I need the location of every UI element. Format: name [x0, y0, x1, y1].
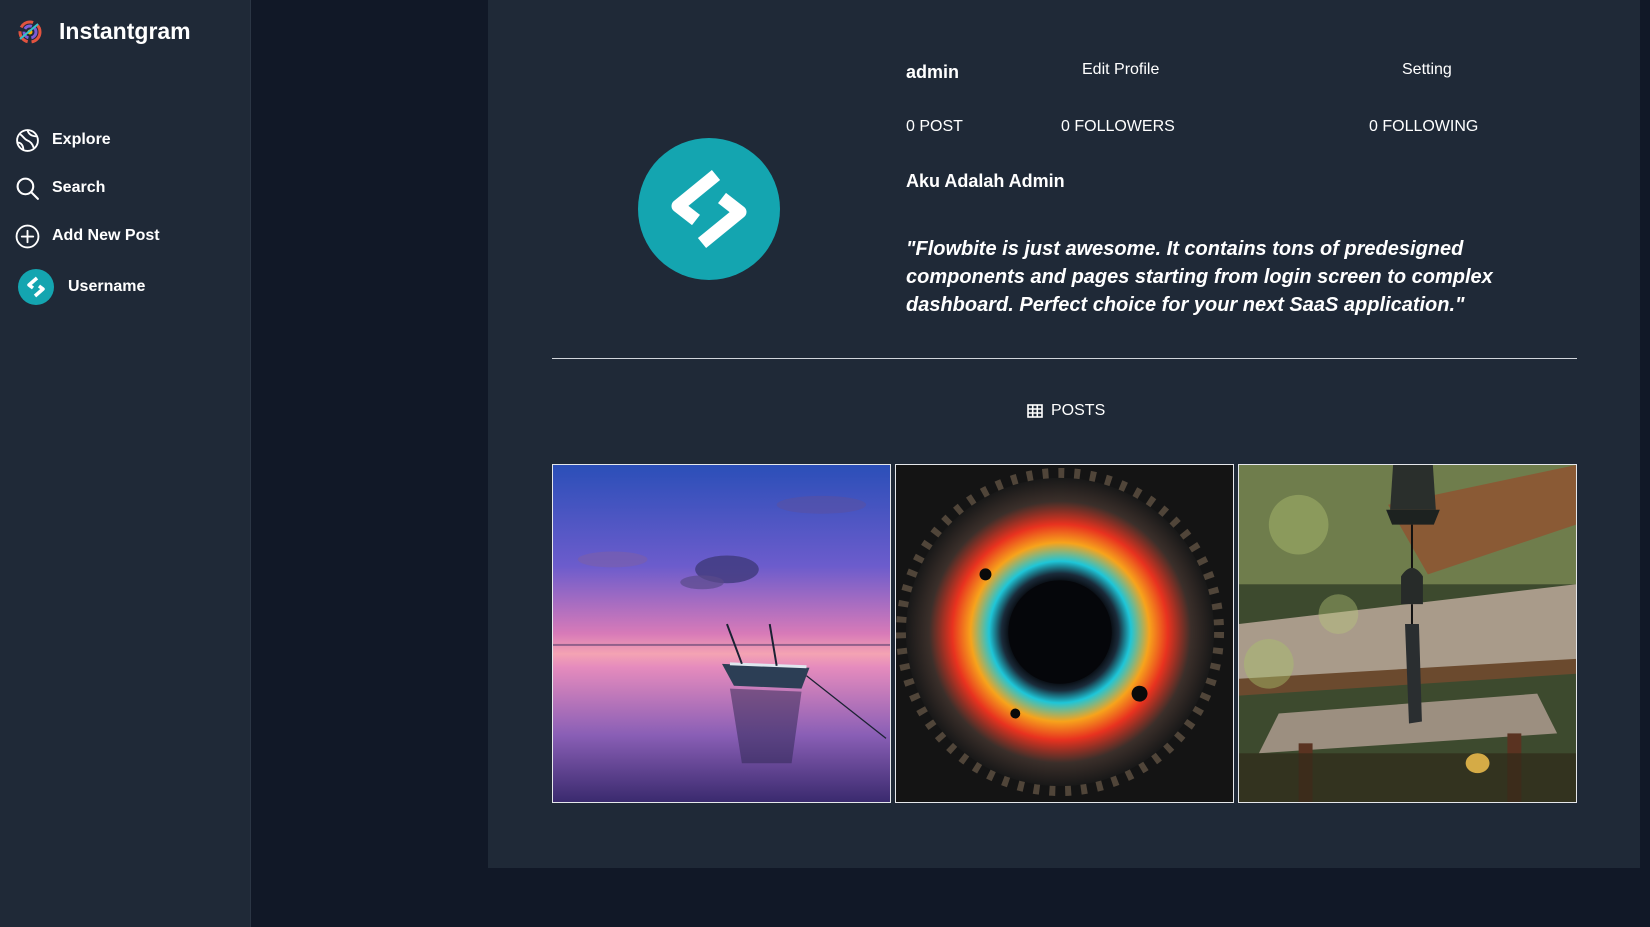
brand[interactable]: Instantgram [17, 18, 191, 45]
tab-posts[interactable]: POSTS [1027, 402, 1105, 420]
post-count: 0 POST [906, 118, 963, 135]
sidebar-item-explore[interactable]: Explore [15, 125, 235, 155]
post-thumbnail[interactable] [895, 464, 1234, 803]
colorful-vortex-image [896, 465, 1233, 802]
profile-bio: "Flowbite is just awesome. It contains t… [906, 238, 1493, 316]
sidebar-item-add-new-post[interactable]: Add New Post [15, 221, 235, 251]
followers-count[interactable]: 0 FOLLOWERS [1061, 118, 1175, 136]
profile-panel: admin Edit Profile Setting 0 POST 0 FOLL… [488, 0, 1640, 868]
tab-posts-label: POSTS [1051, 402, 1106, 419]
profile-avatar[interactable] [638, 138, 780, 280]
search-icon [16, 177, 39, 200]
posts-grid [552, 464, 1577, 803]
profile-username: admin [906, 62, 960, 82]
sidebar-item-username[interactable]: Username [15, 269, 235, 305]
explore-icon [16, 128, 39, 152]
sidebar: Instantgram Explore Search Add New Post … [0, 0, 251, 927]
sidebar-nav: Explore Search Add New Post Username [15, 125, 235, 323]
sidebar-item-label: Username [68, 278, 146, 295]
divider [552, 358, 1577, 359]
display-name: Aku Adalah Admin [906, 171, 1065, 191]
following-count[interactable]: 0 FOLLOWING [1369, 118, 1478, 136]
sidebar-item-label: Search [52, 179, 106, 196]
temple-bell-image [1239, 465, 1576, 802]
post-thumbnail[interactable] [1238, 464, 1577, 803]
grid-icon [1027, 404, 1043, 418]
sunset-boat-image [553, 465, 890, 802]
post-thumbnail[interactable] [552, 464, 891, 803]
sidebar-item-search[interactable]: Search [15, 173, 235, 203]
setting-button[interactable]: Setting [1402, 61, 1452, 79]
app-name: Instantgram [59, 18, 191, 44]
avatar [18, 269, 54, 305]
edit-profile-button[interactable]: Edit Profile [1082, 61, 1159, 79]
sidebar-item-label: Add New Post [52, 227, 160, 244]
sidebar-item-label: Explore [52, 131, 111, 148]
logo-icon [18, 20, 42, 43]
plus-circle-icon [15, 224, 40, 248]
